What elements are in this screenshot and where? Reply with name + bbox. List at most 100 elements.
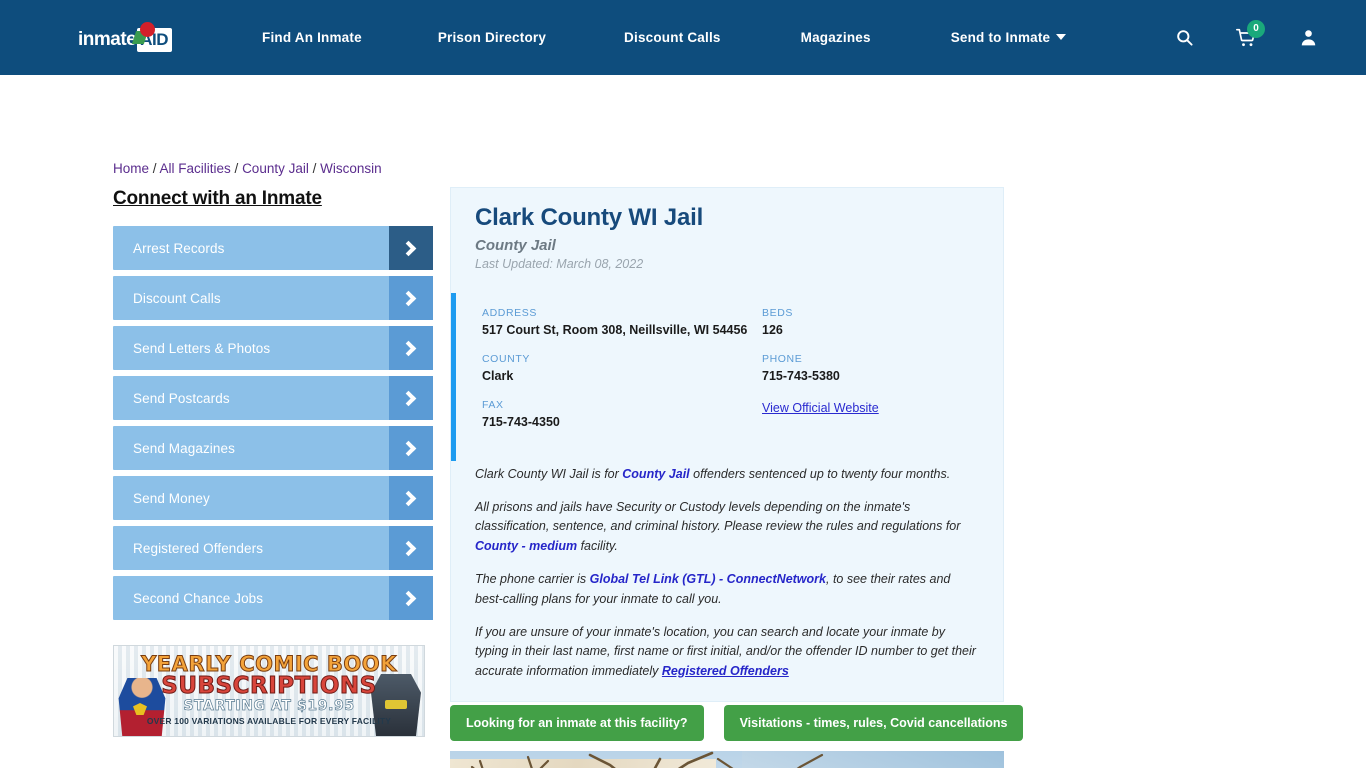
desc-p2-link-county-medium[interactable]: County - medium bbox=[475, 539, 577, 553]
breadcrumb-separator: / bbox=[230, 161, 243, 176]
ad-headline-line2: SUBSCRIPTIONS bbox=[161, 673, 377, 700]
facility-description: Clark County WI Jail is for County Jail … bbox=[451, 461, 1003, 701]
page-title: Clark County WI Jail bbox=[475, 204, 704, 231]
nav-item-prison-directory[interactable]: Prison Directory bbox=[438, 30, 546, 45]
address-field: ADDRESS 517 Court St, Room 308, Neillsvi… bbox=[482, 307, 762, 339]
address-value: 517 Court St, Room 308, Neillsville, WI … bbox=[482, 323, 748, 337]
details-left-column: ADDRESS 517 Court St, Room 308, Neillsvi… bbox=[482, 307, 762, 445]
facility-type-subtitle: County Jail bbox=[475, 237, 556, 254]
county-value: Clark bbox=[482, 368, 514, 383]
logo-ball-decoration bbox=[140, 22, 155, 37]
sidebar-item-label: Send Postcards bbox=[133, 390, 230, 406]
nav-item-find-an-inmate[interactable]: Find An Inmate bbox=[262, 30, 362, 45]
top-navigation-bar: inmate AID Find An Inmate Prison Director… bbox=[0, 0, 1366, 75]
desc-p3-link-phone-carrier[interactable]: Global Tel Link (GTL) - ConnectNetwork bbox=[590, 572, 826, 586]
sidebar: Connect with an Inmate Arrest Records Di… bbox=[113, 188, 433, 626]
phone-value: 715-743-5380 bbox=[762, 368, 840, 383]
phone-field: PHONE 715-743-5380 bbox=[762, 353, 979, 385]
chevron-right-icon bbox=[389, 576, 433, 620]
sidebar-item-label: Discount Calls bbox=[133, 290, 221, 306]
county-field: COUNTY Clark bbox=[482, 353, 762, 385]
website-field: View Official Website bbox=[762, 399, 979, 417]
breadcrumb-separator: / bbox=[149, 161, 160, 176]
sidebar-item-label: Registered Offenders bbox=[133, 540, 264, 556]
nav-item-send-to-inmate-label: Send to Inmate bbox=[950, 30, 1051, 45]
sidebar-item-label: Send Letters & Photos bbox=[133, 340, 271, 356]
breadcrumb-item-all-facilities[interactable]: All Facilities bbox=[160, 161, 231, 176]
desc-p3-text-a: The phone carrier is bbox=[475, 572, 590, 587]
chevron-right-icon bbox=[389, 226, 433, 270]
fax-label: FAX bbox=[482, 398, 504, 411]
beds-value: 126 bbox=[762, 323, 783, 337]
sidebar-item-registered-offenders[interactable]: Registered Offenders bbox=[113, 526, 433, 570]
chevron-right-icon bbox=[389, 426, 433, 470]
sidebar-item-label: Send Money bbox=[133, 490, 210, 506]
fax-field: FAX 715-743-4350 bbox=[482, 399, 762, 431]
facility-info-card: Clark County WI Jail County Jail Last Up… bbox=[450, 187, 1004, 702]
desc-p4-link-registered-offenders[interactable]: Registered Offenders bbox=[662, 664, 789, 678]
breadcrumb-item-county-jail[interactable]: County Jail bbox=[242, 161, 309, 176]
sidebar-item-discount-calls[interactable]: Discount Calls bbox=[113, 276, 433, 320]
view-official-website-link[interactable]: View Official Website bbox=[762, 401, 879, 415]
desc-p1-link-county-jail[interactable]: County Jail bbox=[622, 467, 689, 481]
breadcrumb-separator: / bbox=[308, 161, 321, 176]
desc-p2-text-b: facility. bbox=[577, 538, 618, 553]
desc-p2-text-a: All prisons and jails have Security or C… bbox=[475, 500, 961, 534]
nav-item-send-to-inmate[interactable]: Send to Inmate bbox=[951, 30, 1067, 45]
photo-bare-trees bbox=[470, 751, 824, 768]
description-paragraph-4: If you are unsure of your inmate's locat… bbox=[475, 623, 979, 681]
breadcrumb-item-wisconsin[interactable]: Wisconsin bbox=[320, 161, 382, 176]
description-paragraph-3: The phone carrier is Global Tel Link (GT… bbox=[475, 570, 979, 609]
facility-exterior-photo: O H S E bbox=[450, 751, 1004, 768]
county-label: COUNTY bbox=[482, 352, 530, 365]
search-icon[interactable] bbox=[1164, 18, 1204, 58]
chevron-down-icon bbox=[1056, 34, 1067, 40]
looking-for-inmate-button[interactable]: Looking for an inmate at this facility? bbox=[450, 705, 704, 741]
beds-field: BEDS 126 bbox=[762, 307, 979, 339]
nav-item-discount-calls[interactable]: Discount Calls bbox=[624, 30, 721, 45]
nav-icon-group: 0 bbox=[1164, 0, 1366, 75]
cta-button-row: Looking for an inmate at this facility? … bbox=[450, 705, 1024, 741]
sidebar-item-second-chance-jobs[interactable]: Second Chance Jobs bbox=[113, 576, 433, 620]
last-updated-text: Last Updated: March 08, 2022 bbox=[475, 257, 644, 271]
sidebar-item-label: Send Magazines bbox=[133, 440, 235, 456]
user-account-icon[interactable] bbox=[1288, 18, 1328, 58]
visitations-info-button[interactable]: Visitations - times, rules, Covid cancel… bbox=[723, 705, 1024, 741]
page-body: Home / All Facilities / County Jail / Wi… bbox=[0, 75, 1366, 768]
ad-price-line: STARTING AT $19.95 bbox=[183, 698, 355, 715]
comic-book-advertisement[interactable]: YEARLY COMIC BOOK SUBSCRIPTIONS STARTING… bbox=[113, 645, 425, 737]
chevron-right-icon bbox=[389, 476, 433, 520]
sidebar-item-send-money[interactable]: Send Money bbox=[113, 476, 433, 520]
beds-label: BEDS bbox=[762, 307, 793, 319]
desc-p1-text-a: Clark County WI Jail is for bbox=[475, 466, 623, 481]
sidebar-item-send-letters-photos[interactable]: Send Letters & Photos bbox=[113, 326, 433, 370]
sidebar-item-label: Arrest Records bbox=[133, 240, 225, 256]
ad-subtext-line: OVER 100 VARIATIONS AVAILABLE FOR EVERY … bbox=[146, 716, 392, 726]
description-paragraph-1: Clark County WI Jail is for County Jail … bbox=[475, 465, 979, 484]
facility-details-panel: ADDRESS 517 Court St, Room 308, Neillsvi… bbox=[451, 293, 1003, 461]
fax-value: 715-743-4350 bbox=[482, 414, 560, 429]
sidebar-item-arrest-records[interactable]: Arrest Records bbox=[113, 226, 433, 270]
desc-p1-text-b: offenders sentenced up to twenty four mo… bbox=[689, 466, 951, 481]
description-paragraph-2: All prisons and jails have Security or C… bbox=[475, 498, 979, 556]
sidebar-item-send-postcards[interactable]: Send Postcards bbox=[113, 376, 433, 420]
nav-item-magazines[interactable]: Magazines bbox=[801, 30, 871, 45]
chevron-right-icon bbox=[389, 276, 433, 320]
sidebar-item-label: Second Chance Jobs bbox=[133, 590, 264, 606]
shopping-cart-icon[interactable]: 0 bbox=[1226, 18, 1266, 58]
chevron-right-icon bbox=[389, 376, 433, 420]
details-right-column: BEDS 126 PHONE 715-743-5380 View Officia… bbox=[762, 307, 979, 445]
inmateaid-logo[interactable]: inmate AID bbox=[78, 22, 186, 56]
facility-card-header: Clark County WI Jail County Jail Last Up… bbox=[451, 188, 1003, 281]
breadcrumb-item-home[interactable]: Home bbox=[113, 161, 149, 176]
breadcrumb: Home / All Facilities / County Jail / Wi… bbox=[113, 161, 382, 176]
logo-text: inmate bbox=[78, 28, 137, 50]
sidebar-item-send-magazines[interactable]: Send Magazines bbox=[113, 426, 433, 470]
phone-label: PHONE bbox=[762, 352, 803, 365]
chevron-right-icon bbox=[389, 326, 433, 370]
address-label: ADDRESS bbox=[482, 307, 537, 319]
main-nav-links: Find An Inmate Prison Directory Discount… bbox=[262, 0, 1067, 75]
cart-count-badge: 0 bbox=[1247, 19, 1265, 38]
chevron-right-icon bbox=[389, 526, 433, 570]
sidebar-title: Connect with an Inmate bbox=[113, 188, 322, 209]
